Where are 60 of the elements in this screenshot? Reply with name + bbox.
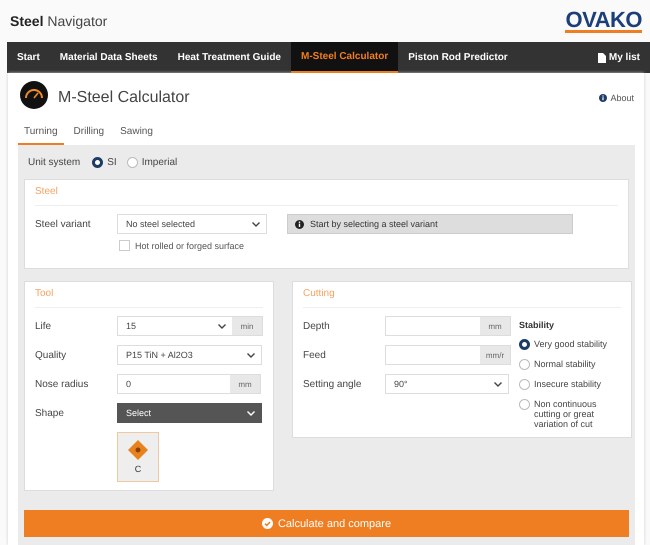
document-icon: [598, 52, 606, 62]
chevron-icon: [494, 382, 502, 386]
section-heading: Steel: [35, 186, 618, 206]
insert-icon: [128, 440, 148, 460]
radio-button[interactable]: [519, 339, 530, 350]
input-field[interactable]: 0 mm: [117, 374, 261, 394]
select-field[interactable]: No steel selected: [117, 214, 267, 234]
info-text: Start by selecting a steel variant: [310, 219, 438, 229]
my-list-link[interactable]: My list: [588, 42, 650, 73]
select-field[interactable]: P15 TiN + Al2O3: [117, 345, 262, 365]
field-label: Quality: [35, 349, 68, 361]
field-label: Life: [35, 320, 52, 332]
chevron-icon: [252, 222, 260, 226]
select-field[interactable]: 90°: [385, 374, 509, 394]
unit-label: mm: [230, 375, 260, 393]
stability-heading: Stability: [519, 320, 556, 330]
radio-button[interactable]: [92, 156, 104, 168]
input-field[interactable]: mm: [385, 316, 511, 336]
info-icon: [599, 94, 608, 102]
nav-item[interactable]: Material Data Sheets: [50, 42, 168, 73]
radio-label: Very good stability: [534, 339, 608, 349]
tab[interactable]: Sawing: [114, 124, 159, 145]
radio-button[interactable]: [519, 399, 530, 410]
field-label: Steel variant: [35, 218, 92, 230]
brand-title: Steel Navigator: [10, 13, 108, 29]
about-link[interactable]: About: [599, 92, 634, 102]
radio-label: Non continuous cutting or great variation of cut: [534, 399, 598, 429]
section-heading: Cutting: [303, 288, 621, 308]
field-label: Setting angle: [303, 378, 362, 390]
field-label: Nose radius: [35, 378, 90, 390]
input-field[interactable]: mm/r: [385, 345, 511, 365]
page-title: M-Steel Calculator: [58, 88, 190, 106]
radio-label: Imperial: [142, 156, 178, 168]
unit-label: mm/r: [480, 346, 510, 364]
nav-item[interactable]: Start: [7, 42, 50, 73]
info-icon: [295, 220, 304, 228]
radio-button[interactable]: [126, 156, 138, 168]
radio-label: Normal stability: [534, 359, 596, 369]
nav-item[interactable]: M-Steel Calculator: [290, 42, 398, 73]
tab[interactable]: Drilling: [68, 124, 110, 145]
nav-item[interactable]: Piston Rod Predictor: [398, 42, 518, 73]
select-field[interactable]: Select: [117, 403, 262, 423]
shape-option[interactable]: C: [117, 432, 159, 482]
radio-button[interactable]: [519, 359, 530, 370]
radio-label: Insecure stability: [534, 379, 602, 389]
field-label: Feed: [303, 349, 327, 361]
nav-item[interactable]: Heat Treatment Guide: [168, 42, 291, 73]
field-label: Depth: [303, 320, 331, 332]
field-label: Shape: [35, 407, 65, 419]
chevron-icon: [247, 410, 255, 416]
unit-label: mm: [480, 317, 510, 335]
logo: OVAKO: [565, 10, 642, 32]
field-label: Unit system: [28, 156, 80, 168]
radio-button[interactable]: [519, 379, 530, 390]
check-circle-icon: [262, 518, 273, 529]
section-heading: Tool: [35, 288, 263, 308]
checkbox[interactable]: [119, 240, 130, 251]
chevron-icon: [247, 352, 255, 358]
checkbox-label: Hot rolled or forged surface: [135, 240, 244, 250]
radio-label: SI: [107, 156, 117, 168]
